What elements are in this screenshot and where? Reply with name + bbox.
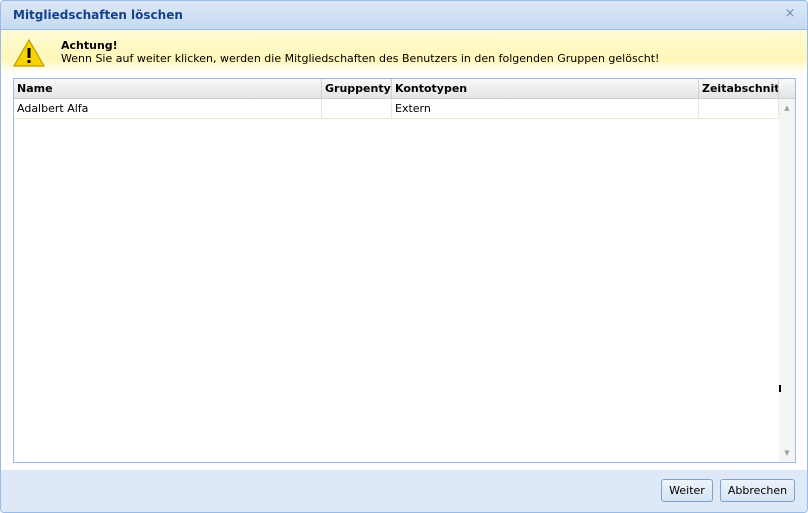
table-row[interactable]: Adalbert Alfa Extern	[14, 99, 779, 119]
membership-grid: Name Gruppenty Kontotypen Zeitabschnit A…	[13, 78, 796, 463]
dialog-titlebar[interactable]: Mitgliedschaften löschen ×	[1, 1, 807, 30]
scrollbar-thumb[interactable]	[779, 385, 781, 392]
warning-title: Achtung!	[61, 39, 118, 52]
warning-icon	[13, 39, 45, 67]
dialog-footer: Weiter Abbrechen	[1, 470, 807, 512]
next-button[interactable]: Weiter	[661, 479, 713, 502]
column-header-account-types[interactable]: Kontotypen	[392, 79, 699, 99]
cell-name: Adalbert Alfa	[14, 99, 322, 118]
cell-account-types: Extern	[392, 99, 699, 118]
dialog-body: Name Gruppenty Kontotypen Zeitabschnit A…	[1, 73, 807, 470]
column-header-period[interactable]: Zeitabschnit	[699, 79, 779, 99]
column-header-name[interactable]: Name	[14, 79, 322, 99]
warning-banner: Achtung! Wenn Sie auf weiter klicken, we…	[1, 30, 807, 73]
cell-period	[699, 99, 779, 118]
grid-header: Name Gruppenty Kontotypen Zeitabschnit	[14, 79, 795, 99]
cancel-button[interactable]: Abbrechen	[720, 479, 795, 502]
vertical-scrollbar[interactable]: ▲ ▼	[779, 99, 795, 462]
dialog-title: Mitgliedschaften löschen	[13, 8, 183, 22]
scroll-down-icon[interactable]: ▼	[783, 449, 791, 457]
warning-message: Wenn Sie auf weiter klicken, werden die …	[61, 52, 660, 65]
scroll-up-icon[interactable]: ▲	[783, 104, 791, 112]
close-icon[interactable]: ×	[783, 7, 797, 21]
delete-memberships-dialog: Mitgliedschaften löschen × Achtung! Wenn…	[0, 0, 808, 513]
column-header-group-type[interactable]: Gruppenty	[322, 79, 392, 99]
cell-group-type	[322, 99, 392, 118]
